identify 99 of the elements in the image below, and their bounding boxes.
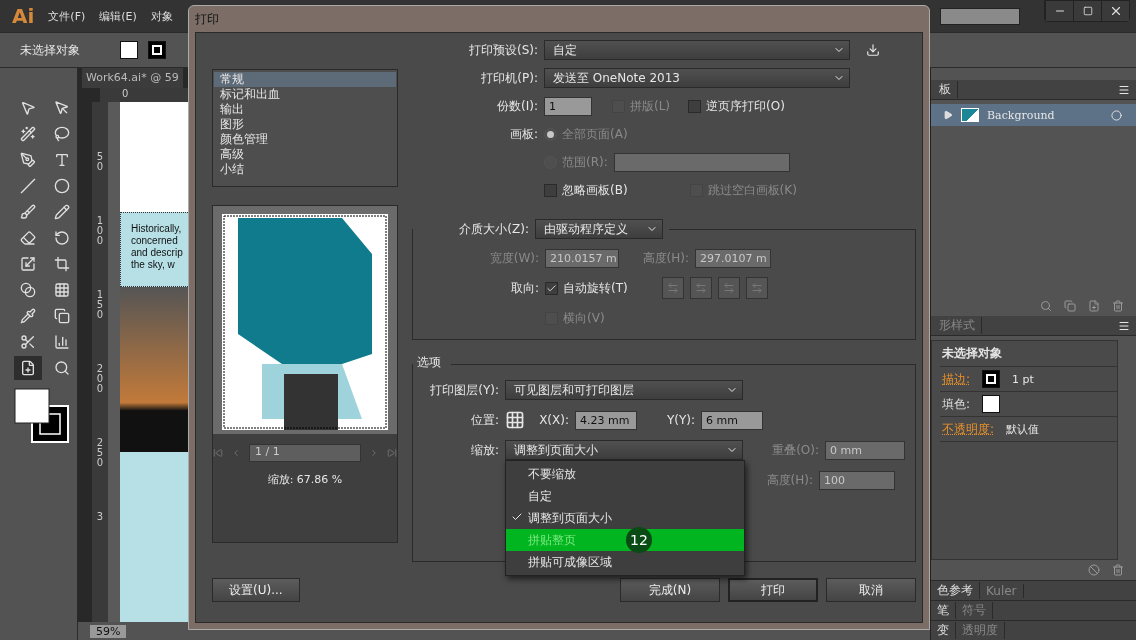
close-button[interactable]: [1101, 1, 1129, 21]
field-label: X(X):: [538, 413, 569, 427]
minimize-button[interactable]: [1045, 1, 1073, 21]
fill-stroke-swatch-drawing[interactable]: [14, 388, 70, 444]
layer-row[interactable]: Background: [931, 104, 1136, 126]
layer-thumbnail: [961, 108, 979, 122]
trash-icon[interactable]: [1112, 564, 1124, 576]
menu-option[interactable]: 自定: [506, 485, 744, 507]
ruler-number: 3: [96, 512, 104, 522]
field-label: 高度(H):: [765, 471, 813, 489]
copies-field[interactable]: 1: [544, 96, 592, 116]
category-item[interactable]: 常规: [214, 72, 396, 87]
checkbox[interactable]: 逆页序打印(O): [688, 97, 785, 115]
ruler-number: 0: [122, 88, 129, 99]
category-item[interactable]: 颜色管理: [214, 132, 396, 147]
checkbox[interactable]: 自动旋转(T): [545, 279, 628, 297]
panel-tab[interactable]: 笔: [931, 602, 956, 619]
field-label: 打印机(P):: [480, 69, 538, 87]
preview-scale: 缩放: 67.86 %: [267, 472, 343, 487]
appearance-value: 默认值: [1006, 421, 1040, 437]
ruler-number: 2 5 0: [96, 438, 104, 468]
selection-status: 未选择对象: [20, 41, 81, 59]
field-label: 画板:: [508, 125, 538, 143]
document-tab[interactable]: Work64.ai* @ 59: [82, 68, 183, 88]
panel-tab[interactable]: 色参考: [931, 582, 980, 599]
expand-icon[interactable]: [943, 110, 953, 120]
text-line: Historically,: [131, 223, 182, 235]
field-label: Y(Y):: [665, 413, 695, 427]
field-label: 位置:: [469, 411, 499, 429]
page-field[interactable]: 1 / 1: [249, 444, 361, 462]
text-line: and descrip: [131, 247, 183, 259]
clear-icon[interactable]: [1088, 564, 1100, 576]
check-icon: [511, 511, 523, 523]
new-layer-icon[interactable]: [1088, 300, 1100, 312]
save-preset-icon[interactable]: [866, 43, 880, 57]
menu-option[interactable]: 拼贴整页 12: [506, 529, 744, 551]
category-item[interactable]: 图形: [214, 117, 396, 132]
panel-menu-icon[interactable]: [1118, 319, 1130, 332]
ruler-number: 1 5 0: [96, 290, 104, 320]
setup-button[interactable]: 设置(U)...: [212, 578, 300, 602]
step-badge: 12: [626, 527, 652, 553]
range-field[interactable]: [613, 152, 790, 172]
field-label: 打印图层(Y):: [429, 381, 499, 399]
trash-icon[interactable]: [1112, 300, 1124, 312]
fill-swatch[interactable]: [982, 395, 1001, 413]
dialog-button[interactable]: 完成(N): [620, 578, 720, 602]
print-layers-dropdown[interactable]: 可见图层和可打印图层: [505, 380, 743, 400]
printer-dropdown[interactable]: 发送至 OneNote 2013: [544, 68, 850, 88]
panel-menu-icon[interactable]: [1118, 83, 1130, 96]
preset-dropdown[interactable]: 自定: [544, 40, 850, 60]
maximize-button[interactable]: [1073, 1, 1101, 21]
menu-item[interactable]: 编辑(E): [99, 8, 137, 24]
panel-tab[interactable]: 板: [933, 81, 958, 98]
field-label: 高度(H):: [641, 249, 689, 267]
y-field[interactable]: 6 mm: [701, 410, 763, 430]
media-size-dropdown[interactable]: 由驱动程序定义: [535, 219, 663, 239]
field-label: 介质大小(Z):: [458, 220, 529, 238]
artboard-icon[interactable]: [14, 356, 42, 380]
menu-option[interactable]: 拼贴可成像区域: [506, 551, 744, 573]
text-line: the sky, w: [131, 259, 175, 271]
check-icon: [546, 282, 557, 294]
appearance-label[interactable]: 不透明度:: [942, 420, 995, 438]
fill-swatch[interactable]: [120, 41, 138, 59]
menu-option[interactable]: 调整到页面大小: [506, 507, 744, 529]
category-item[interactable]: 标记和出血: [214, 87, 396, 102]
appearance-value: 1 pt: [1012, 372, 1034, 386]
reference-point-icon[interactable]: [505, 410, 525, 430]
zoom-field[interactable]: 59%: [90, 624, 127, 638]
field-label: 份数(I):: [496, 97, 538, 115]
stroke-swatch[interactable]: [982, 370, 1001, 388]
target-icon[interactable]: [1111, 109, 1122, 121]
category-item[interactable]: 输出: [214, 102, 396, 117]
field-label: 打印预设(S):: [467, 41, 538, 59]
menu-item[interactable]: 文件(F): [48, 8, 86, 24]
ruler-number: 5 0: [96, 152, 104, 172]
ruler-number: 1 0 0: [96, 216, 104, 246]
appearance-label[interactable]: 描边:: [942, 370, 971, 388]
field-label: 重叠(O):: [771, 441, 819, 459]
dialog-button[interactable]: 取消: [826, 578, 916, 602]
appearance-label: 填色:: [942, 395, 971, 413]
maximize-icon: [1082, 6, 1093, 16]
dialog-button[interactable]: 打印: [728, 578, 818, 602]
x-field[interactable]: 4.23 mm: [575, 410, 637, 430]
field-label: 宽度(W):: [488, 249, 539, 267]
category-item[interactable]: 高级: [214, 147, 396, 162]
category-item[interactable]: 小结: [214, 162, 396, 177]
appearance-title: 未选择对象: [940, 341, 1117, 367]
field-label: 缩放:: [469, 441, 499, 459]
menu-option[interactable]: 不要缩放: [506, 463, 744, 485]
panel-tab[interactable]: 变: [931, 622, 956, 639]
dialog-title: 打印: [195, 10, 220, 28]
field-label: 取向:: [509, 279, 539, 297]
menu-item[interactable]: 对象: [150, 8, 173, 24]
checkbox[interactable]: 忽略画板(B): [544, 181, 628, 199]
search-field[interactable]: [940, 7, 1020, 25]
ruler-number: 2 0 0: [96, 364, 104, 394]
text-line: concerned: [131, 235, 178, 247]
stroke-swatch[interactable]: [148, 41, 166, 59]
app-logo: Ai: [12, 4, 35, 28]
